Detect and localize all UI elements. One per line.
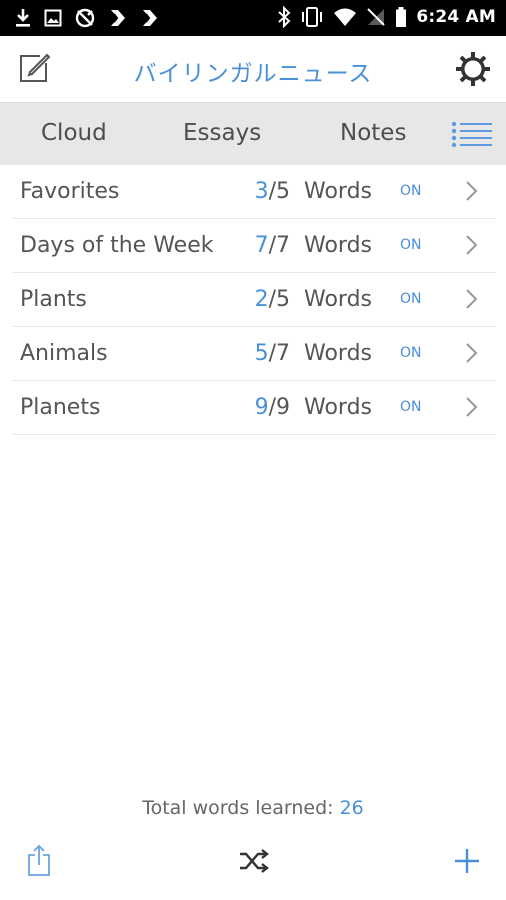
learned-count: 2 [254,287,269,312]
list-item[interactable]: Days of the Week 7/7 Words ON [12,219,496,273]
image-icon [44,9,62,27]
chevron-right-icon[interactable] [464,234,480,256]
total-count: /5 [268,287,290,312]
words-label: Words [304,395,373,420]
no-signal-icon [367,8,386,26]
list-name: Animals [20,341,108,366]
chevron-right-icon[interactable] [464,396,480,418]
edit-icon[interactable] [16,50,52,86]
list-item[interactable]: Animals 5/7 Words ON [12,327,496,381]
app-title: バイリンガルニュース [133,61,373,87]
app-bar: バイリンガルニュース [0,36,506,103]
app-icon [143,10,157,26]
learned-count: 7 [254,233,269,258]
total-count: /7 [268,341,290,366]
toggle-status[interactable]: ON [400,237,422,253]
vibrate-icon [302,7,323,27]
list-name: Plants [20,287,87,312]
list-item[interactable]: Favorites 3/5 Words ON [12,165,496,219]
battery-icon [396,7,407,27]
total-count: /7 [268,233,290,258]
shuffle-icon[interactable] [238,848,270,874]
bluetooth-icon [278,6,291,28]
learned-count: 5 [254,341,269,366]
gear-icon[interactable] [454,50,492,88]
download-icon [16,9,30,27]
word-count: 2/5 [242,287,290,312]
status-right-icons: 6:24 AM [277,6,496,28]
status-left-icons [14,7,160,29]
chevron-right-icon[interactable] [464,288,480,310]
list-name: Favorites [20,179,120,204]
learned-count: 3 [254,179,269,204]
learned-count: 9 [254,395,269,420]
total-words-learned: Total words learned: 26 [0,797,506,819]
list-name: Planets [20,395,101,420]
total-label: Total words learned: [142,797,340,819]
total-count: /5 [268,179,290,204]
status-time: 6:24 AM [416,7,496,27]
list-item[interactable]: Plants 2/5 Words ON [12,273,496,327]
plus-icon[interactable] [454,848,480,874]
list-item[interactable]: Planets 9/9 Words ON [12,381,496,435]
tab-cloud[interactable]: Cloud [41,120,107,146]
wifi-icon [334,8,357,26]
tab-bar: Cloud Essays Notes [0,103,506,165]
tab-essays[interactable]: Essays [183,120,261,146]
words-label: Words [304,287,373,312]
words-label: Words [304,179,373,204]
words-label: Words [304,341,373,366]
sync-app-icon [75,8,95,28]
toggle-status[interactable]: ON [400,291,422,307]
share-icon[interactable] [26,843,52,877]
chevron-right-icon[interactable] [464,342,480,364]
toggle-status[interactable]: ON [400,345,422,361]
list-name: Days of the Week [20,233,214,258]
total-value: 26 [339,797,364,819]
chevron-right-icon[interactable] [464,180,480,202]
toggle-status[interactable]: ON [400,183,422,199]
word-count: 5/7 [242,341,290,366]
list-view-icon[interactable] [450,119,494,149]
word-count: 7/7 [242,233,290,258]
app-icon [111,10,125,26]
word-count: 3/5 [242,179,290,204]
total-count: /9 [268,395,290,420]
toggle-status[interactable]: ON [400,399,422,415]
word-count: 9/9 [242,395,290,420]
words-label: Words [304,233,373,258]
tab-notes[interactable]: Notes [340,120,406,146]
status-bar: 6:24 AM [0,0,506,36]
word-list: Favorites 3/5 Words ON Days of the Week … [12,165,496,435]
